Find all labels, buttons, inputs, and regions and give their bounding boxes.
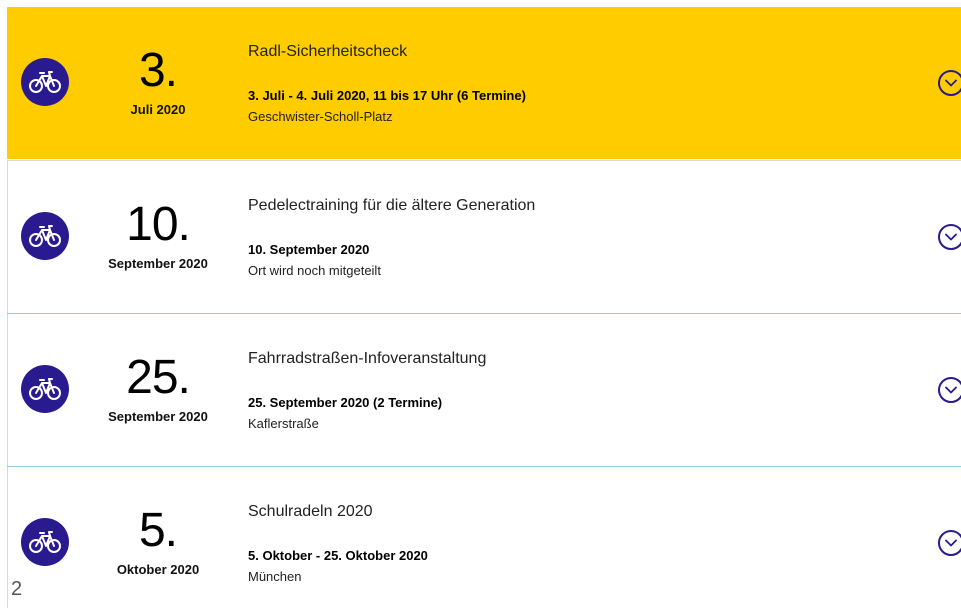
event-month-year: September 2020 xyxy=(108,256,208,271)
event-item[interactable]: 25. September 2020 Fahrradstraßen-Infove… xyxy=(7,314,961,466)
bicycle-icon xyxy=(21,58,69,106)
bicycle-icon xyxy=(21,212,69,260)
expand-toggle-button[interactable] xyxy=(938,70,961,96)
chevron-down-icon xyxy=(945,539,957,547)
event-month-year: Oktober 2020 xyxy=(116,562,200,577)
event-place: Kaflerstraße xyxy=(248,416,319,431)
chevron-down-icon xyxy=(945,79,957,87)
event-date-line: 25. September 2020 (2 Termine) xyxy=(248,395,443,410)
chevron-down-icon xyxy=(945,386,957,394)
event-day: 25. xyxy=(126,351,191,404)
event-title[interactable]: Pedelectraining für die ältere Generatio… xyxy=(248,197,535,215)
event-title[interactable]: Schulradeln 2020 xyxy=(248,503,373,521)
expand-toggle-button[interactable] xyxy=(938,530,961,556)
event-item[interactable]: 3. Juli 2020 Radl-Sicherheitscheck 3. Ju… xyxy=(7,7,961,159)
bicycle-icon xyxy=(21,365,69,413)
event-month-year: September 2020 xyxy=(108,409,208,424)
event-date-line: 3. Juli - 4. Juli 2020, 11 bis 17 Uhr (6… xyxy=(248,88,526,103)
chevron-down-icon xyxy=(945,233,957,241)
expand-toggle-button[interactable] xyxy=(938,377,961,403)
event-day: 10. xyxy=(126,198,191,251)
event-place: Ort wird noch mitgeteilt xyxy=(248,263,381,278)
event-day: 3. xyxy=(138,44,178,97)
bicycle-icon xyxy=(21,518,69,566)
event-title[interactable]: Fahrradstraßen-Infoveranstaltung xyxy=(248,350,486,368)
event-date-line: 10. September 2020 xyxy=(248,242,370,257)
event-list: 3. Juli 2020 Radl-Sicherheitscheck 3. Ju… xyxy=(7,7,961,608)
event-item[interactable]: 5. Oktober 2020 Schulradeln 2020 5. Okto… xyxy=(7,467,961,608)
event-item[interactable]: 10. September 2020 Pedelectraining für d… xyxy=(7,161,961,313)
expand-toggle-button[interactable] xyxy=(938,224,961,250)
event-place: München xyxy=(248,569,302,584)
page-number: 2 xyxy=(11,578,23,600)
event-place: Geschwister-Scholl-Platz xyxy=(248,109,393,124)
event-date-line: 5. Oktober - 25. Oktober 2020 xyxy=(248,548,428,563)
event-month-year: Juli 2020 xyxy=(130,102,186,117)
event-day: 5. xyxy=(138,504,178,557)
event-title[interactable]: Radl-Sicherheitscheck xyxy=(248,43,407,61)
